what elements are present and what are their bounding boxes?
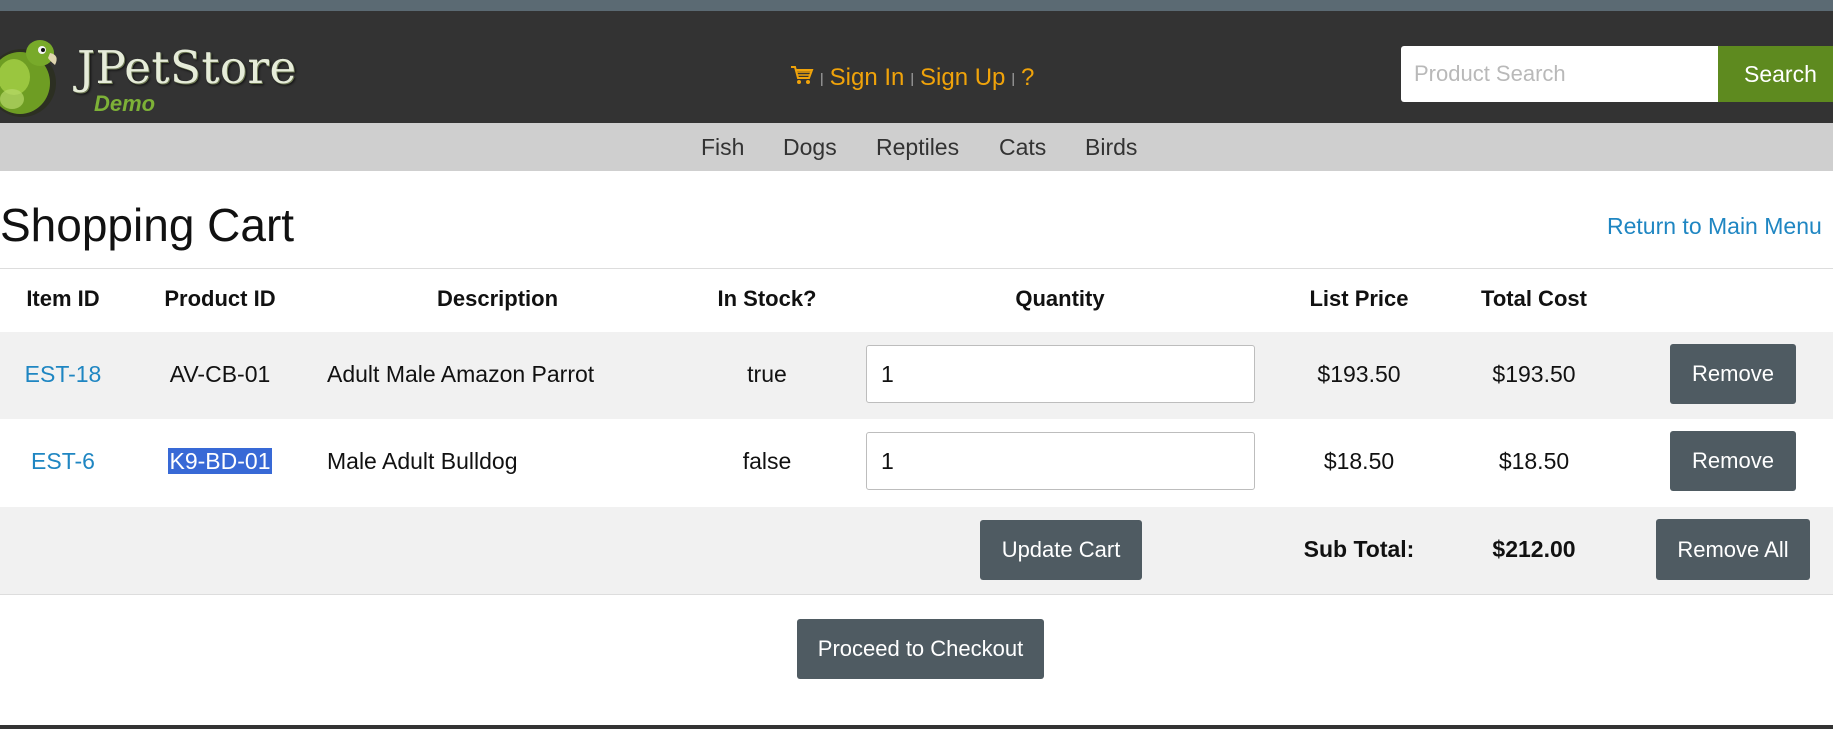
description: Adult Male Amazon Parrot bbox=[327, 361, 595, 387]
subtotal-value: $212.00 bbox=[1492, 536, 1576, 562]
update-cart-button[interactable]: Update Cart bbox=[980, 520, 1142, 580]
cart-icon[interactable] bbox=[790, 64, 814, 93]
quantity-input[interactable] bbox=[866, 432, 1255, 490]
header-description: Description bbox=[436, 286, 559, 311]
logo-subtitle: Demo bbox=[94, 91, 156, 116]
total-cost: $193.50 bbox=[1492, 361, 1576, 387]
category-birds[interactable]: Birds bbox=[1085, 134, 1137, 161]
quantity-input[interactable] bbox=[866, 345, 1255, 403]
header-item-id: Item ID bbox=[26, 286, 100, 311]
bottom-border bbox=[0, 725, 1833, 729]
remove-button[interactable]: Remove bbox=[1670, 344, 1796, 404]
remove-button[interactable]: Remove bbox=[1670, 431, 1796, 491]
header-quantity: Quantity bbox=[1015, 286, 1105, 311]
proceed-to-checkout-button[interactable]: Proceed to Checkout bbox=[797, 619, 1044, 679]
in-stock: false bbox=[742, 448, 792, 474]
product-search-input[interactable] bbox=[1401, 46, 1718, 102]
help-link[interactable]: ? bbox=[1021, 64, 1034, 92]
link-separator: | bbox=[820, 70, 824, 86]
logo[interactable]: JPetStore Demo bbox=[0, 25, 310, 117]
logo-title: JPetStore bbox=[77, 41, 297, 94]
sign-up-link[interactable]: Sign Up bbox=[920, 64, 1005, 92]
return-to-main-menu-link[interactable]: Return to Main Menu bbox=[1607, 213, 1822, 240]
parrot-logo-icon bbox=[0, 40, 57, 117]
list-price: $193.50 bbox=[1317, 361, 1401, 387]
header-product-id: Product ID bbox=[164, 286, 276, 311]
total-cost: $18.50 bbox=[1498, 448, 1570, 474]
category-fish[interactable]: Fish bbox=[701, 134, 744, 161]
page-title: Shopping Cart bbox=[0, 199, 295, 251]
selected-text: K9-BD-01 bbox=[167, 448, 273, 474]
table-bottom-divider bbox=[0, 594, 1833, 595]
product-id: AV-CB-01 bbox=[169, 361, 271, 387]
description: Male Adult Bulldog bbox=[327, 448, 518, 474]
item-id-link[interactable]: EST-18 bbox=[0, 361, 126, 388]
sign-in-link[interactable]: Sign In bbox=[830, 64, 905, 92]
product-id: K9-BD-01 bbox=[140, 448, 300, 475]
link-separator: | bbox=[1011, 70, 1016, 86]
in-stock: true bbox=[747, 361, 787, 387]
user-links: | Sign In | Sign Up | ? bbox=[790, 63, 1034, 93]
category-cats[interactable]: Cats bbox=[999, 134, 1046, 161]
subtotal-label: Sub Total: bbox=[1303, 536, 1415, 562]
category-dogs[interactable]: Dogs bbox=[783, 134, 837, 161]
remove-all-button[interactable]: Remove All bbox=[1656, 519, 1810, 580]
table-top-divider bbox=[0, 268, 1833, 269]
top-strip bbox=[0, 0, 1833, 11]
site-header: JPetStore Demo | Sign In | Sign Up | ? S… bbox=[0, 11, 1833, 123]
category-reptiles[interactable]: Reptiles bbox=[876, 134, 959, 161]
search-button[interactable]: Search bbox=[1718, 46, 1833, 102]
list-price: $18.50 bbox=[1323, 448, 1395, 474]
item-id-link[interactable]: EST-6 bbox=[0, 448, 126, 475]
link-separator: | bbox=[910, 70, 914, 86]
category-bar: Fish Dogs Reptiles Cats Birds bbox=[0, 123, 1833, 171]
header-in-stock: In Stock? bbox=[717, 286, 817, 311]
header-total-cost: Total Cost bbox=[1481, 286, 1587, 311]
header-list-price: List Price bbox=[1309, 286, 1409, 311]
